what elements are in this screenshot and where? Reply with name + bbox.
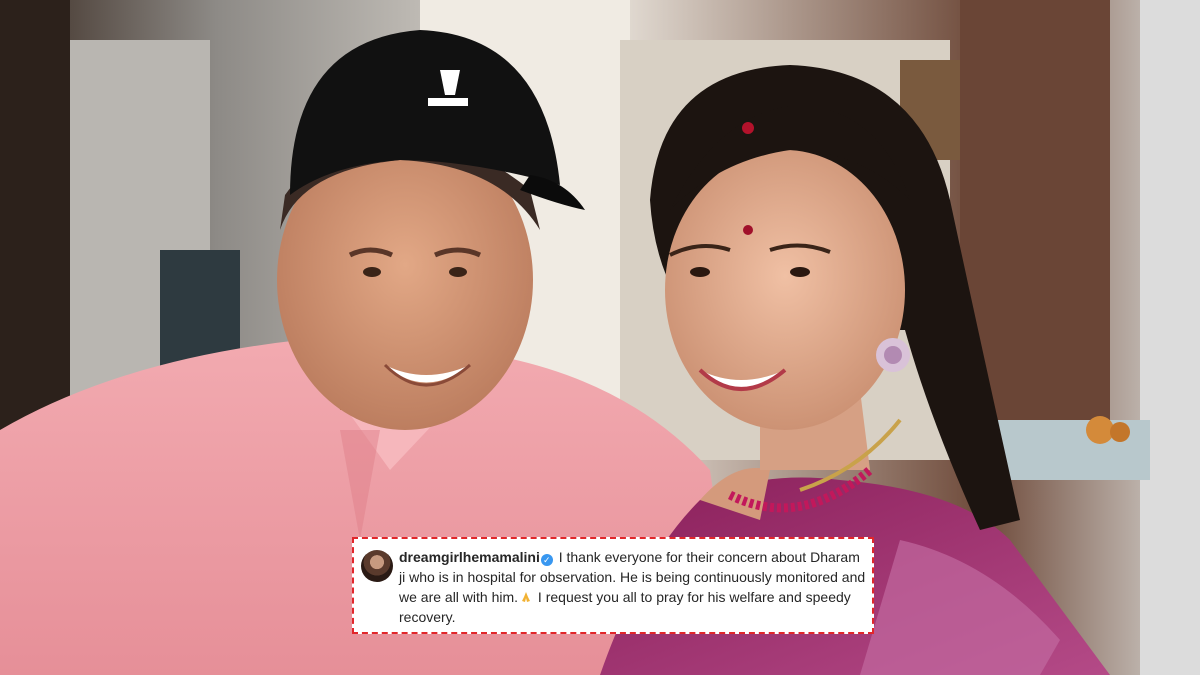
username: dreamgirlhemamalini: [399, 549, 540, 565]
instagram-caption-card: dreamgirlhemamalini ✓ I thank everyone fo…: [352, 537, 874, 634]
profile-avatar: [361, 550, 393, 582]
photo-scene: dreamgirlhemamalini ✓ I thank everyone fo…: [0, 0, 1200, 675]
verified-badge-icon: ✓: [540, 554, 553, 566]
caption-text: dreamgirlhemamalini ✓ I thank everyone fo…: [399, 547, 869, 627]
folded-hands-icon: [522, 592, 531, 602]
